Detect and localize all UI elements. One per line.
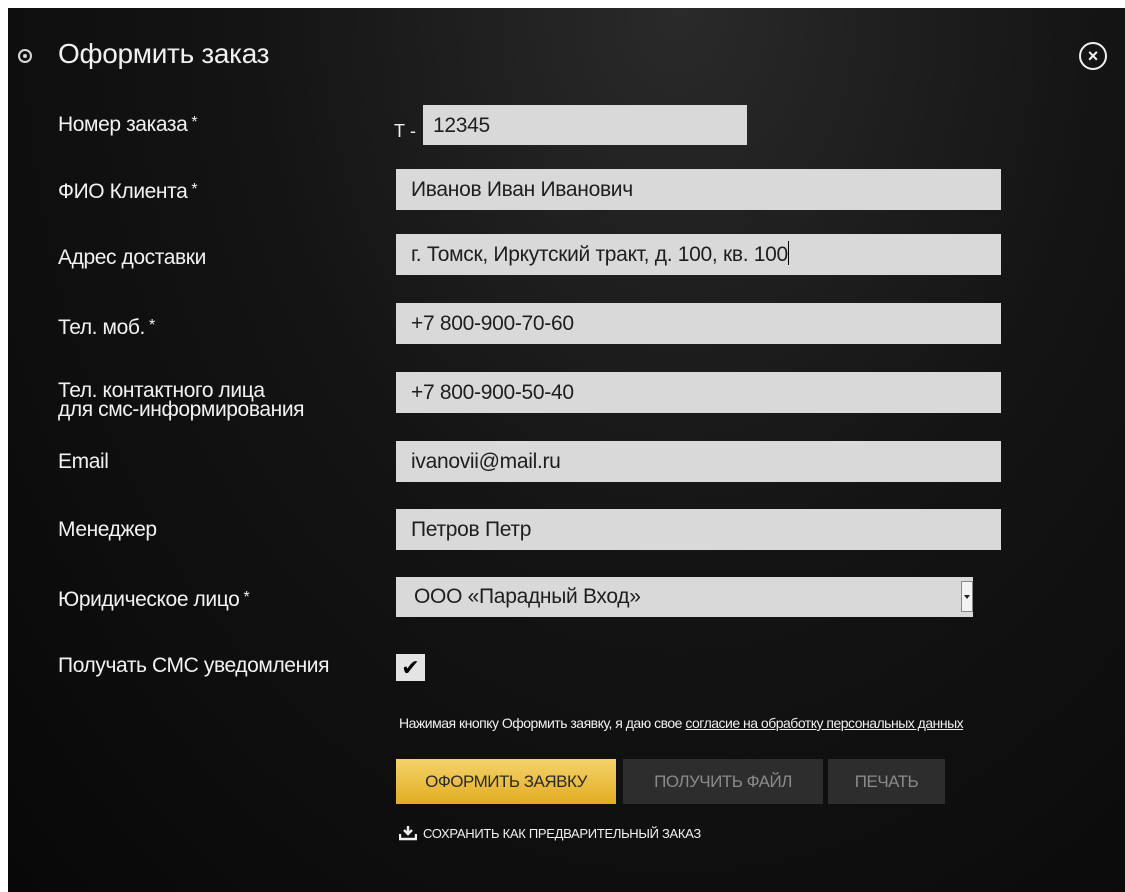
print-button[interactable]: ПЕЧАТЬ: [828, 759, 945, 804]
legal-entity-label: Юридическое лицо: [58, 588, 249, 611]
title-bar: Оформить заказ ×: [8, 36, 1125, 76]
mobile-input[interactable]: +7 800-900-70-60: [396, 303, 1001, 344]
radio-dot-icon: [18, 49, 32, 63]
save-draft-link[interactable]: СОХРАНИТЬ КАК ПРЕДВАРИТЕЛЬНЫЙ ЗАКАЗ: [399, 825, 701, 841]
contact-phone-label-line2: для смс-информирования: [58, 398, 305, 421]
order-number-label-text: Номер заказа: [58, 113, 197, 136]
manager-input[interactable]: Петров Петр: [396, 509, 1001, 550]
download-icon: [399, 826, 417, 841]
legal-entity-select[interactable]: ООО «Парадный Вход»: [396, 577, 973, 617]
consent-link[interactable]: согласие на обработку персональных данны…: [685, 715, 963, 731]
mobile-label: Тел. моб.: [58, 316, 155, 339]
text-caret: [787, 241, 789, 265]
manager-label: Менеджер: [58, 518, 157, 541]
contact-phone-input[interactable]: +7 800-900-50-40: [396, 372, 1001, 413]
sms-checkbox[interactable]: ✔: [396, 654, 425, 681]
legal-entity-label-text: Юридическое лицо: [58, 588, 249, 611]
order-number-label: Номер заказа: [58, 113, 197, 136]
sms-label: Получать СМС уведомления: [58, 654, 330, 677]
email-label: Email: [58, 450, 109, 473]
email-input[interactable]: ivanovii@mail.ru: [396, 441, 1001, 482]
consent-prefix: Нажимая кнопку Оформить заявку, я даю св…: [399, 715, 686, 731]
client-name-label-text: ФИО Клиента: [58, 180, 197, 203]
mobile-label-text: Тел. моб.: [58, 316, 155, 339]
address-value: г. Томск, Иркутский тракт, д. 100, кв. 1…: [411, 243, 788, 266]
save-draft-label: СОХРАНИТЬ КАК ПРЕДВАРИТЕЛЬНЫЙ ЗАКАЗ: [423, 825, 701, 841]
order-dialog: Оформить заказ × Номер заказа Т - 12345 …: [8, 8, 1125, 892]
order-number-input[interactable]: 12345: [423, 105, 747, 145]
address-input[interactable]: г. Томск, Иркутский тракт, д. 100, кв. 1…: [396, 234, 1001, 275]
client-name-label: ФИО Клиента: [58, 180, 197, 203]
close-icon[interactable]: ×: [1079, 42, 1107, 70]
legal-entity-value: ООО «Парадный Вход»: [414, 585, 641, 608]
order-number-prefix: Т -: [394, 121, 416, 141]
get-file-button[interactable]: ПОЛУЧИТЬ ФАЙЛ: [623, 759, 823, 804]
consent-text: Нажимая кнопку Оформить заявку, я даю св…: [399, 715, 964, 731]
dialog-title: Оформить заказ: [58, 38, 270, 69]
submit-order-button[interactable]: ОФОРМИТЬ ЗАЯВКУ: [396, 759, 616, 804]
chevron-down-icon[interactable]: [961, 581, 973, 612]
address-label: Адрес доставки: [58, 246, 206, 269]
client-name-input[interactable]: Иванов Иван Иванович: [396, 169, 1001, 210]
contact-phone-label: Тел. контактного лица для смс-информиров…: [58, 380, 305, 421]
